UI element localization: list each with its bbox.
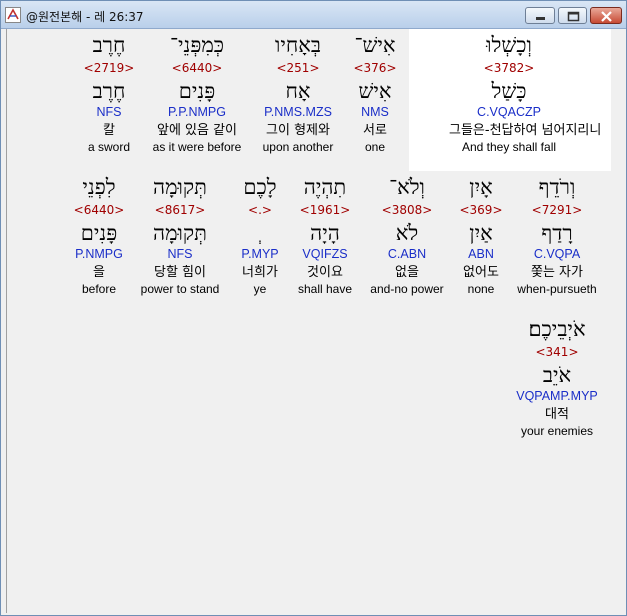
lexical-form: חֶרֶב <box>92 79 126 103</box>
close-icon <box>601 11 612 22</box>
morphology-code: P.NMPG <box>75 247 123 261</box>
hebrew-word: אֹיְבֵיכֶם׃ <box>528 317 586 341</box>
hebrew-word: וְכָשְׁלוּ <box>486 33 532 57</box>
hebrew-word: חֶרֶב <box>92 33 126 57</box>
word-column[interactable]: וְכָשְׁלוּ <3782> כָּשַׁל C.VQACZP 그들은-천답하여 … <box>449 33 602 155</box>
strong-number: <341> <box>535 345 579 359</box>
korean-gloss: 칼 <box>103 123 115 138</box>
close-button[interactable] <box>590 7 622 24</box>
maximize-icon <box>567 11 580 22</box>
korean-gloss: 대적 <box>545 407 569 422</box>
minimize-icon <box>536 17 545 20</box>
korean-gloss: 그들은-천답하여 넘어지리니 <box>449 123 602 138</box>
strong-number: <6440> <box>73 203 125 217</box>
morphology-code: C.VQACZP <box>477 105 541 119</box>
english-gloss: And they shall fall <box>461 140 557 154</box>
app-logo-icon <box>5 7 21 23</box>
morphology-code: NFS <box>96 105 122 119</box>
lexical-form: כָּשַׁל <box>491 79 527 103</box>
app-window: @원전본해 - 레 26:37 וְכָשְׁלוּ <3782> כָּשַׁל C… <box>0 0 627 616</box>
strong-number: <2719> <box>83 61 135 75</box>
english-gloss: your enemies <box>520 424 594 438</box>
maximize-button[interactable] <box>558 7 587 24</box>
english-gloss: a sword <box>87 140 131 154</box>
window-title: @원전본해 - 레 26:37 <box>26 10 144 24</box>
word-column[interactable]: אֹיְבֵיכֶם׃ <341> אֹיֵב VQPAMP.MYP 대적 your en… <box>497 317 617 439</box>
strong-number: <3782> <box>483 61 535 75</box>
word-column[interactable]: חֶרֶב <2719> חֶרֶב NFS 칼 a sword <box>49 33 169 155</box>
korean-gloss: 을 <box>93 265 105 280</box>
lexical-form: פָּנִים <box>80 221 118 245</box>
word-column[interactable]: לִפְנֵי <6440> פָּנִים P.NMPG 을 before <box>39 175 159 297</box>
title-bar[interactable]: @원전본해 - 레 26:37 <box>1 1 626 29</box>
hebrew-word: לִפְנֵי <box>82 175 116 199</box>
english-gloss: before <box>81 282 117 296</box>
minimize-button[interactable] <box>525 7 555 24</box>
lexical-form: אֹיֵב <box>542 363 572 387</box>
morphology-code: VQPAMP.MYP <box>516 389 598 403</box>
